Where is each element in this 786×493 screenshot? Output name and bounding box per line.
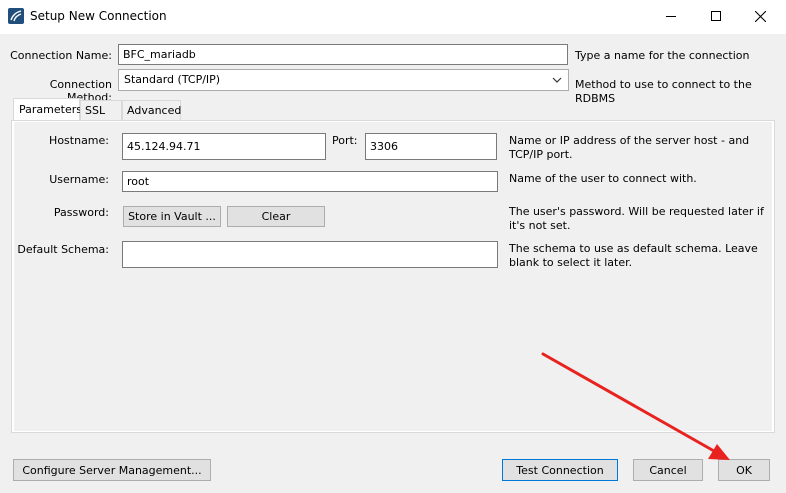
annotation-arrow [541, 352, 730, 460]
